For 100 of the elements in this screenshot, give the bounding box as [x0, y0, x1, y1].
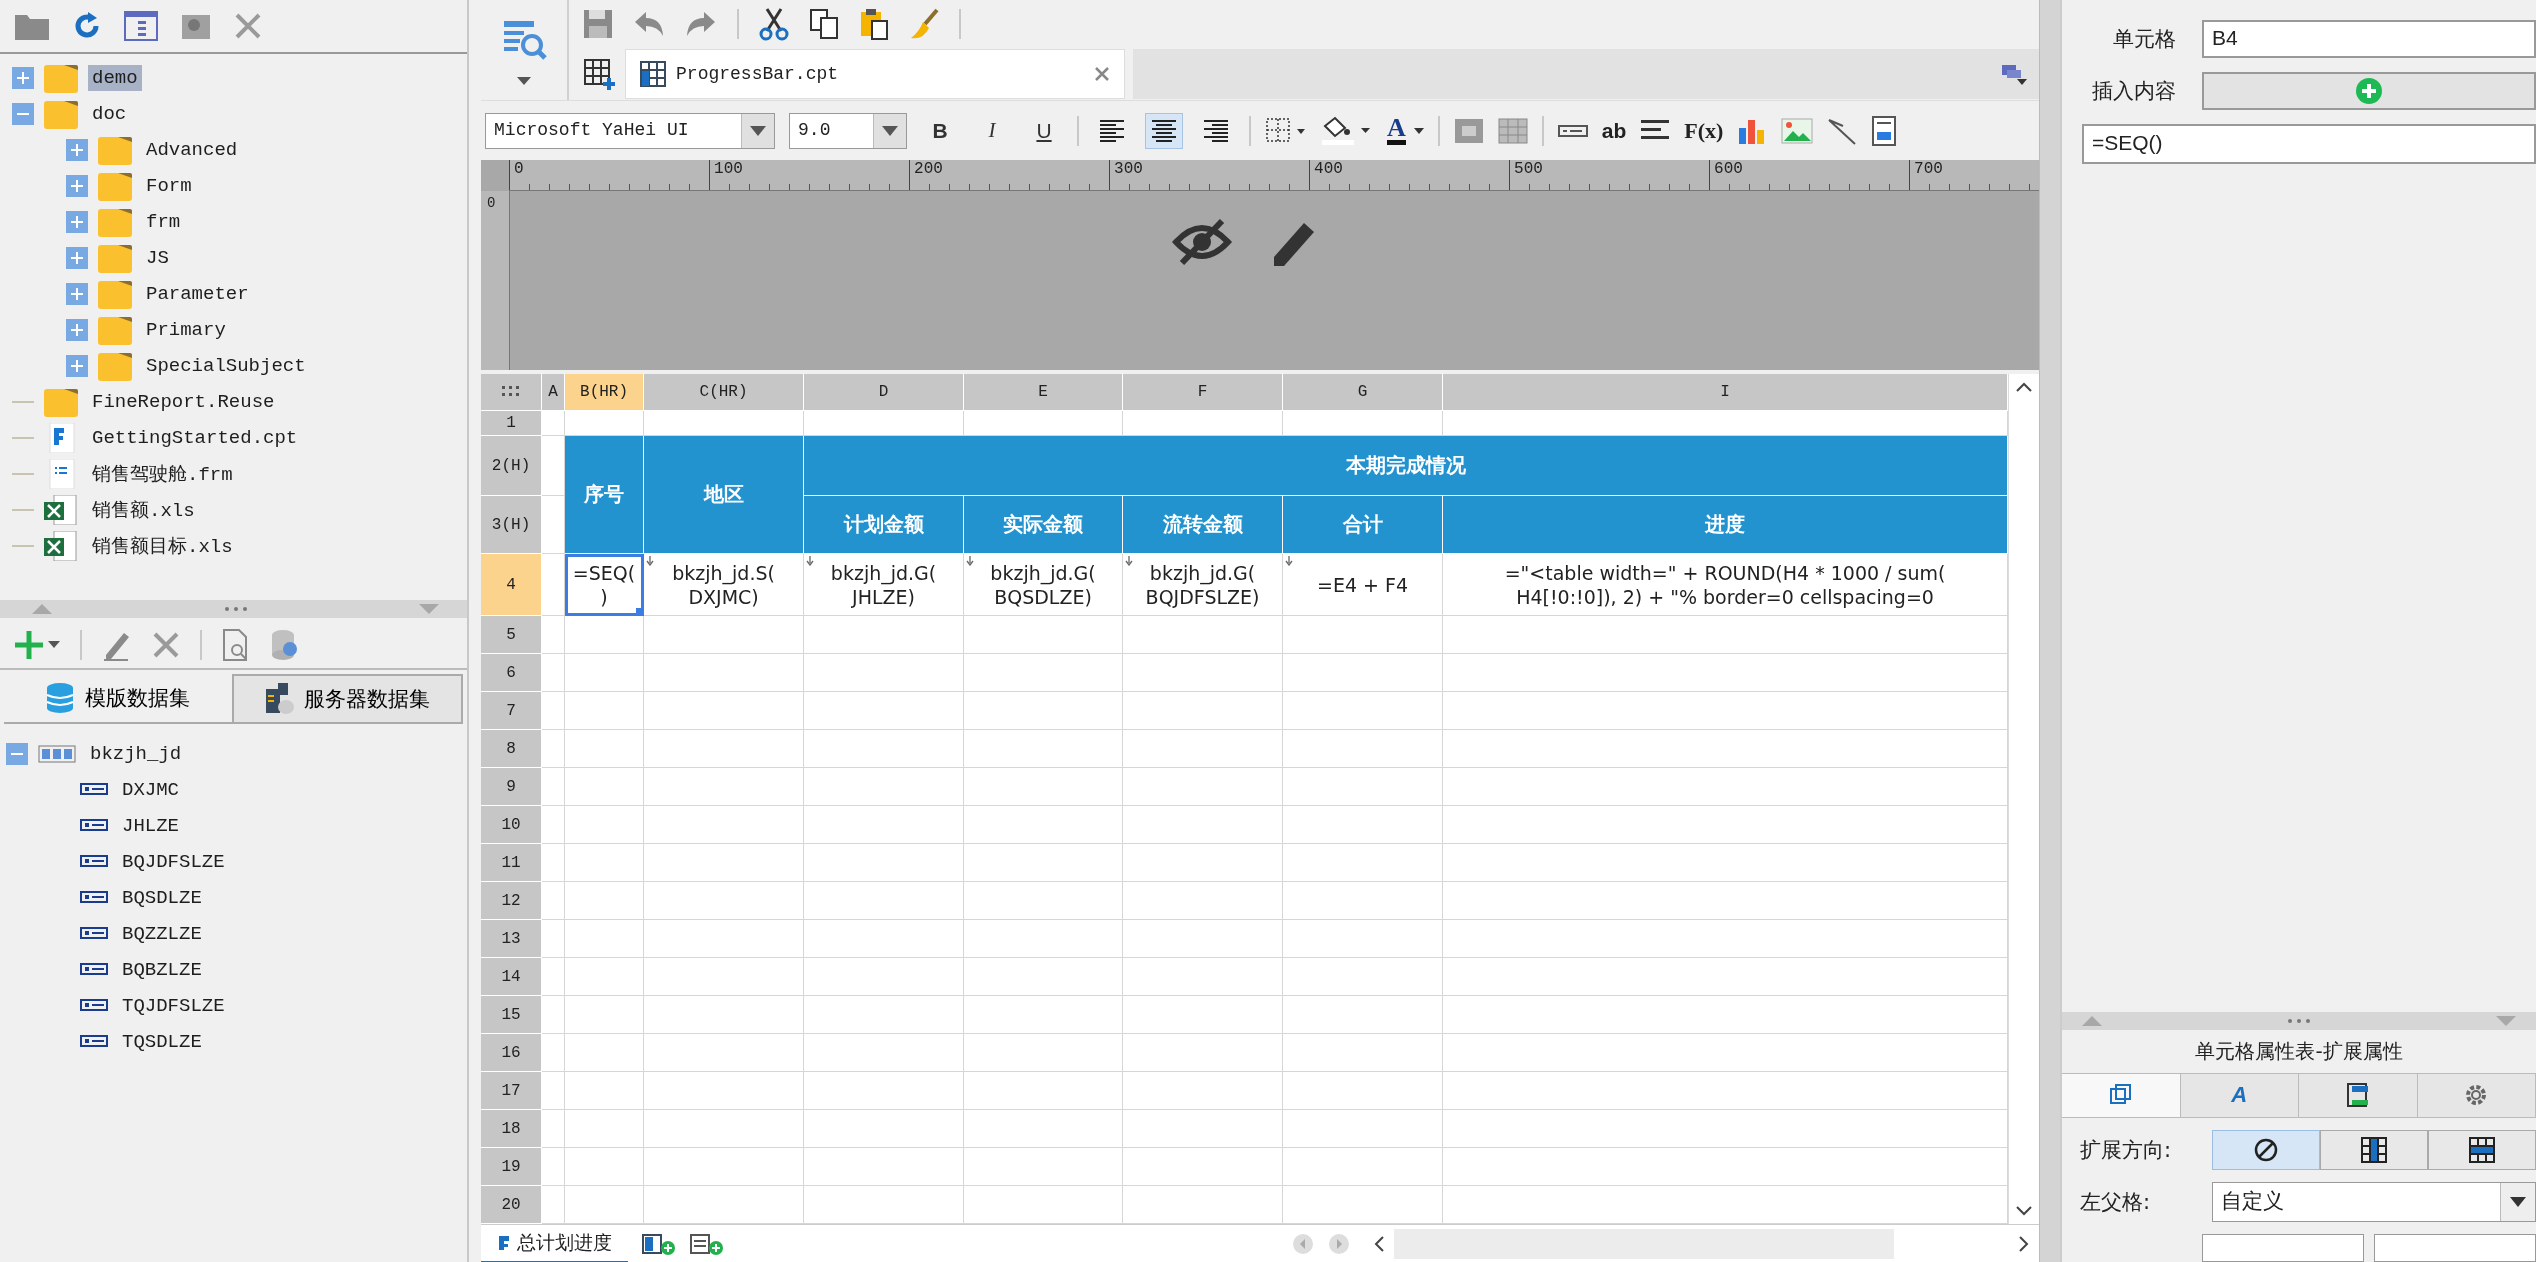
table-cell[interactable]: [542, 768, 566, 806]
table-cell[interactable]: [964, 692, 1124, 730]
table-cell[interactable]: [1443, 768, 2009, 806]
table-cell[interactable]: [1443, 1034, 2009, 1072]
table-cell[interactable]: [565, 920, 645, 958]
table-cell[interactable]: [644, 1072, 805, 1110]
insert-content-button[interactable]: [2202, 72, 2536, 110]
table-cell[interactable]: [1123, 1072, 1284, 1110]
table-cell[interactable]: [804, 882, 965, 920]
row-header[interactable]: 1: [481, 411, 543, 436]
add-icon[interactable]: [14, 629, 60, 661]
table-cell[interactable]: [644, 1186, 805, 1224]
row-header[interactable]: 4: [481, 554, 543, 616]
table-cell[interactable]: [804, 1072, 965, 1110]
field-name[interactable]: TQSDLZE: [118, 1029, 206, 1055]
table-cell[interactable]: [565, 616, 645, 654]
down-arrow-icon[interactable]: [2496, 1015, 2516, 1026]
table-cell[interactable]: [542, 411, 566, 436]
table-cell[interactable]: [565, 882, 645, 920]
table-cell[interactable]: [565, 692, 645, 730]
border-icon[interactable]: [1265, 116, 1308, 145]
up-arrow-icon[interactable]: [2082, 1015, 2102, 1026]
table-cell[interactable]: [1283, 1186, 1444, 1224]
close-icon[interactable]: [152, 631, 180, 659]
table-cell[interactable]: [964, 768, 1124, 806]
select-all-corner[interactable]: [481, 374, 543, 411]
table-cell[interactable]: [644, 1110, 805, 1148]
expand-icon[interactable]: [66, 139, 88, 161]
property-tab[interactable]: A: [2180, 1073, 2299, 1117]
bold-button[interactable]: B: [921, 112, 960, 149]
table-cell[interactable]: [1443, 411, 2009, 436]
table-cell[interactable]: [565, 768, 645, 806]
row-header[interactable]: 15: [481, 996, 543, 1034]
collapse-icon[interactable]: [6, 743, 28, 765]
expand-icon[interactable]: [66, 175, 88, 197]
table-cell[interactable]: [804, 730, 965, 768]
table-cell[interactable]: [542, 844, 566, 882]
table-cell[interactable]: [1123, 996, 1284, 1034]
row-header[interactable]: 16: [481, 1034, 543, 1072]
image-icon[interactable]: [1781, 116, 1814, 145]
row-header[interactable]: 11: [481, 844, 543, 882]
tree-item-label[interactable]: 销售驾驶舱.frm: [88, 459, 237, 489]
table-cell[interactable]: [1123, 1186, 1284, 1224]
underline-button[interactable]: U: [1025, 112, 1064, 149]
tree-item-label[interactable]: 销售额目标.xls: [88, 531, 237, 561]
document-search-icon[interactable]: [222, 629, 250, 661]
table-cell[interactable]: [1283, 1110, 1444, 1148]
table-cell[interactable]: [1123, 958, 1284, 996]
database-icon[interactable]: [270, 629, 300, 661]
table-cell[interactable]: [1443, 882, 2009, 920]
table-cell[interactable]: [1283, 844, 1444, 882]
table-cell[interactable]: [542, 436, 566, 496]
table-cell[interactable]: [565, 1034, 645, 1072]
tree-item-label[interactable]: Advanced: [142, 137, 242, 163]
next-sheet-icon[interactable]: [1328, 1232, 1351, 1255]
table-cell[interactable]: [1123, 882, 1284, 920]
table-cell[interactable]: [804, 1110, 965, 1148]
chevron-up-icon[interactable]: [2016, 382, 2033, 392]
previous-sheet-icon[interactable]: [1292, 1232, 1315, 1255]
table-cell[interactable]: [804, 692, 965, 730]
column-header[interactable]: E: [964, 374, 1124, 411]
table-cell[interactable]: [964, 1110, 1124, 1148]
table-cell[interactable]: [565, 1110, 645, 1148]
table-cell[interactable]: [542, 996, 566, 1034]
table-cell[interactable]: [964, 654, 1124, 692]
font-select[interactable]: Microsoft YaHei UI: [485, 112, 776, 149]
table-cell[interactable]: [804, 1148, 965, 1186]
table-cell[interactable]: [565, 844, 645, 882]
column-header[interactable]: F: [1123, 374, 1284, 411]
table-cell[interactable]: [1123, 692, 1284, 730]
field-name[interactable]: BQJDFSLZE: [118, 849, 229, 875]
table-cell[interactable]: [542, 1034, 566, 1072]
formula-button[interactable]: F(x): [1684, 117, 1724, 144]
table-cell[interactable]: [1283, 692, 1444, 730]
formula-cell[interactable]: =SEQ( ): [565, 554, 645, 616]
table-cell[interactable]: [1283, 1034, 1444, 1072]
table-cell[interactable]: [565, 1148, 645, 1186]
table-cell[interactable]: [1443, 806, 2009, 844]
font-color-button[interactable]: A: [1387, 116, 1424, 146]
document-icon[interactable]: [1871, 115, 1898, 146]
expand-none-button[interactable]: [2212, 1130, 2320, 1170]
table-cell[interactable]: [804, 1186, 965, 1224]
table-cell[interactable]: [1283, 411, 1444, 436]
dataset-tab[interactable]: 服务器数据集: [231, 674, 464, 722]
expand-icon[interactable]: [66, 247, 88, 269]
cut-icon[interactable]: [759, 7, 790, 41]
table-cell[interactable]: [644, 1148, 805, 1186]
table-cell[interactable]: [644, 616, 805, 654]
field-name[interactable]: TQJDFSLZE: [118, 993, 229, 1019]
table-cell[interactable]: [1443, 958, 2009, 996]
table-cell[interactable]: [1123, 654, 1284, 692]
tree-item-label[interactable]: JS: [142, 245, 173, 271]
field-name[interactable]: DXJMC: [118, 777, 183, 803]
table-cell[interactable]: [565, 411, 645, 436]
column-header[interactable]: I: [1443, 374, 2009, 411]
table-cell[interactable]: [644, 1034, 805, 1072]
undo-icon[interactable]: [633, 10, 666, 38]
table-cell[interactable]: [644, 882, 805, 920]
table-cell[interactable]: [542, 730, 566, 768]
table-cell[interactable]: [1123, 616, 1284, 654]
